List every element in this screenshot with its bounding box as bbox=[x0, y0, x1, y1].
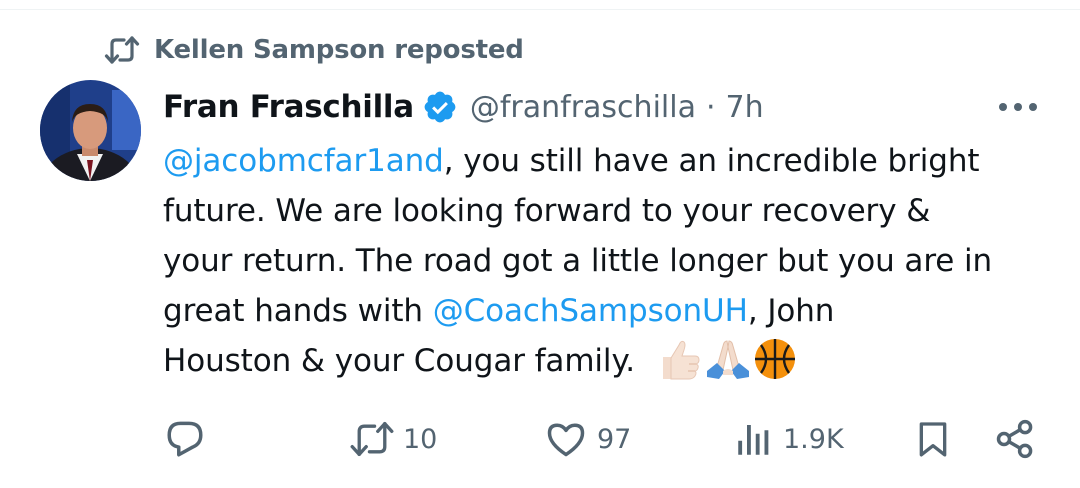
verified-badge-icon bbox=[422, 89, 458, 125]
timestamp[interactable]: 7h bbox=[726, 90, 764, 125]
heart-icon bbox=[543, 417, 589, 461]
tweet-line: great hands with @CoachSampsonUH, John bbox=[163, 286, 1053, 336]
views-count: 1.9K bbox=[783, 423, 844, 455]
mention-link[interactable]: @CoachSampsonUH bbox=[433, 293, 748, 329]
tweet-line: Houston & your Cougar family. bbox=[163, 336, 1053, 386]
repost-context[interactable]: Kellen Sampson reposted bbox=[104, 30, 524, 70]
author-display-name[interactable]: Fran Fraschilla bbox=[163, 89, 414, 125]
share-button[interactable] bbox=[993, 414, 1037, 464]
bookmark-button[interactable] bbox=[913, 414, 953, 464]
tweet-text-segment: , you still have an incredible bright bbox=[443, 143, 980, 179]
like-count: 97 bbox=[597, 423, 632, 455]
reply-button[interactable] bbox=[163, 414, 207, 464]
tweet-text-segment: Houston & your Cougar family. bbox=[163, 343, 636, 379]
separator-dot: · bbox=[705, 89, 716, 125]
more-options-button[interactable] bbox=[996, 94, 1040, 120]
tweet-line: future. We are looking forward to your r… bbox=[163, 193, 931, 229]
basketball-emoji bbox=[755, 338, 796, 379]
tweet-text: @jacobmcfar1and, you still have an incre… bbox=[163, 136, 1053, 386]
avatar[interactable] bbox=[40, 80, 141, 181]
tweet-text-segment: great hands with bbox=[163, 293, 433, 329]
repost-button[interactable]: 10 bbox=[349, 414, 437, 464]
tweet-text-segment: , John bbox=[747, 293, 835, 329]
author-handle[interactable]: @franfraschilla bbox=[470, 90, 696, 125]
mention-link[interactable]: @jacobmcfar1and bbox=[163, 143, 444, 179]
tweet-line: @jacobmcfar1and, you still have an incre… bbox=[163, 136, 1053, 186]
tweet-header: Fran Fraschilla @franfraschilla · 7h bbox=[163, 84, 764, 130]
bookmark-icon bbox=[913, 417, 953, 461]
more-icon bbox=[999, 103, 1037, 111]
repost-icon bbox=[104, 35, 140, 65]
like-button[interactable]: 97 bbox=[543, 414, 631, 464]
repost-icon bbox=[349, 419, 395, 459]
emoji-group bbox=[657, 337, 797, 381]
thumbs-up-emoji bbox=[663, 340, 700, 379]
reply-icon bbox=[163, 417, 207, 461]
share-icon bbox=[993, 417, 1037, 461]
tweet-line: your return. The road got a little longe… bbox=[163, 243, 993, 279]
repost-label: Kellen Sampson reposted bbox=[154, 35, 524, 65]
repost-count: 10 bbox=[403, 423, 438, 455]
views-button[interactable]: 1.9K bbox=[733, 414, 844, 464]
action-bar: 10 97 1.9K bbox=[163, 414, 1043, 464]
top-divider bbox=[0, 9, 1080, 10]
folded-hands-emoji bbox=[707, 339, 750, 379]
views-icon bbox=[733, 417, 775, 461]
